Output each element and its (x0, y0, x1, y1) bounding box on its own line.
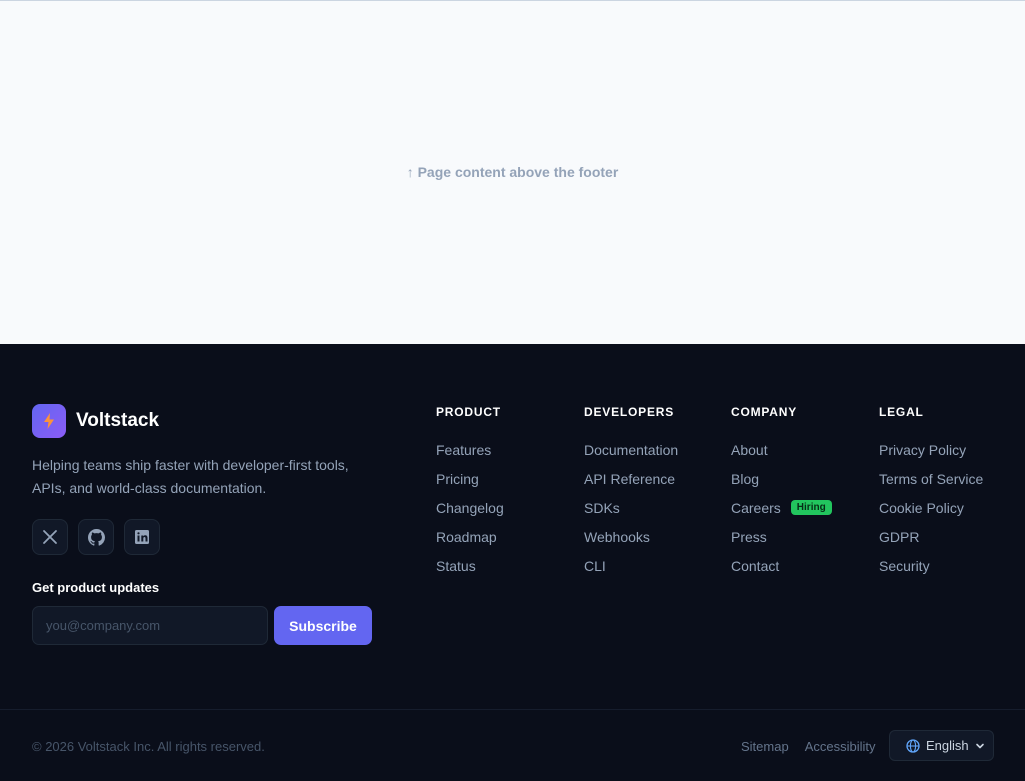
brand-tagline: Helping teams ship faster with developer… (32, 457, 349, 496)
link-sdks[interactable]: SDKs (584, 493, 678, 522)
page-content-hint: ↑ Page content above the footer (406, 163, 619, 180)
link-api-reference[interactable]: API Reference (584, 464, 678, 493)
github-icon (87, 528, 105, 546)
site-footer: Voltstack Helping teams ship faster with… (0, 344, 1025, 781)
footer-column-developers: DEVELOPERS Documentation API Reference S… (584, 405, 678, 580)
lightning-bolt-icon (32, 404, 66, 438)
link-about[interactable]: About (731, 435, 832, 464)
footer-divider (0, 709, 1025, 710)
link-accessibility[interactable]: Accessibility (805, 739, 876, 754)
link-cli[interactable]: CLI (584, 551, 678, 580)
link-changelog[interactable]: Changelog (436, 493, 504, 522)
subscribe-button[interactable]: Subscribe (274, 606, 372, 645)
linkedin-link[interactable] (124, 519, 160, 555)
footer-column-product: PRODUCT Features Pricing Changelog Roadm… (436, 405, 504, 580)
link-careers-label: Careers (731, 499, 781, 516)
link-blog[interactable]: Blog (731, 464, 832, 493)
link-roadmap[interactable]: Roadmap (436, 522, 504, 551)
x-twitter-link[interactable] (32, 519, 68, 555)
link-press[interactable]: Press (731, 522, 832, 551)
link-privacy-policy[interactable]: Privacy Policy (879, 435, 983, 464)
hiring-badge: Hiring (790, 500, 832, 515)
link-features[interactable]: Features (436, 435, 504, 464)
column-title: LEGAL (879, 405, 924, 419)
github-link[interactable] (78, 519, 114, 555)
newsletter-email-input[interactable] (32, 606, 268, 645)
link-careers[interactable]: Careers Hiring (731, 493, 832, 522)
social-links (32, 519, 160, 555)
footer-column-company: COMPANY About Blog Careers Hiring Press … (731, 405, 832, 580)
page-content-area: ↑ Page content above the footer (0, 0, 1025, 344)
newsletter-title: Get product updates (32, 580, 160, 595)
x-twitter-icon (43, 530, 57, 544)
link-pricing[interactable]: Pricing (436, 464, 504, 493)
language-select[interactable]: English (889, 730, 994, 761)
linkedin-icon (135, 530, 149, 544)
link-contact[interactable]: Contact (731, 551, 832, 580)
bottom-links: Sitemap Accessibility (741, 739, 876, 754)
footer-column-legal: LEGAL Privacy Policy Terms of Service Co… (879, 405, 983, 580)
link-sitemap[interactable]: Sitemap (741, 739, 789, 754)
language-label: English (926, 738, 969, 753)
brand[interactable]: Voltstack (32, 404, 159, 438)
link-gdpr[interactable]: GDPR (879, 522, 983, 551)
link-documentation[interactable]: Documentation (584, 435, 678, 464)
copyright-text: © 2026 Voltstack Inc. All rights reserve… (32, 739, 265, 754)
chevron-down-icon (976, 743, 984, 748)
brand-name: Voltstack (76, 410, 160, 431)
link-status[interactable]: Status (436, 551, 504, 580)
column-title: PRODUCT (436, 405, 501, 419)
globe-icon (906, 738, 920, 753)
link-terms-of-service[interactable]: Terms of Service (879, 464, 983, 493)
link-security[interactable]: Security (879, 551, 983, 580)
column-title: DEVELOPERS (584, 405, 675, 419)
link-webhooks[interactable]: Webhooks (584, 522, 678, 551)
column-title: COMPANY (731, 405, 798, 419)
link-cookie-policy[interactable]: Cookie Policy (879, 493, 983, 522)
